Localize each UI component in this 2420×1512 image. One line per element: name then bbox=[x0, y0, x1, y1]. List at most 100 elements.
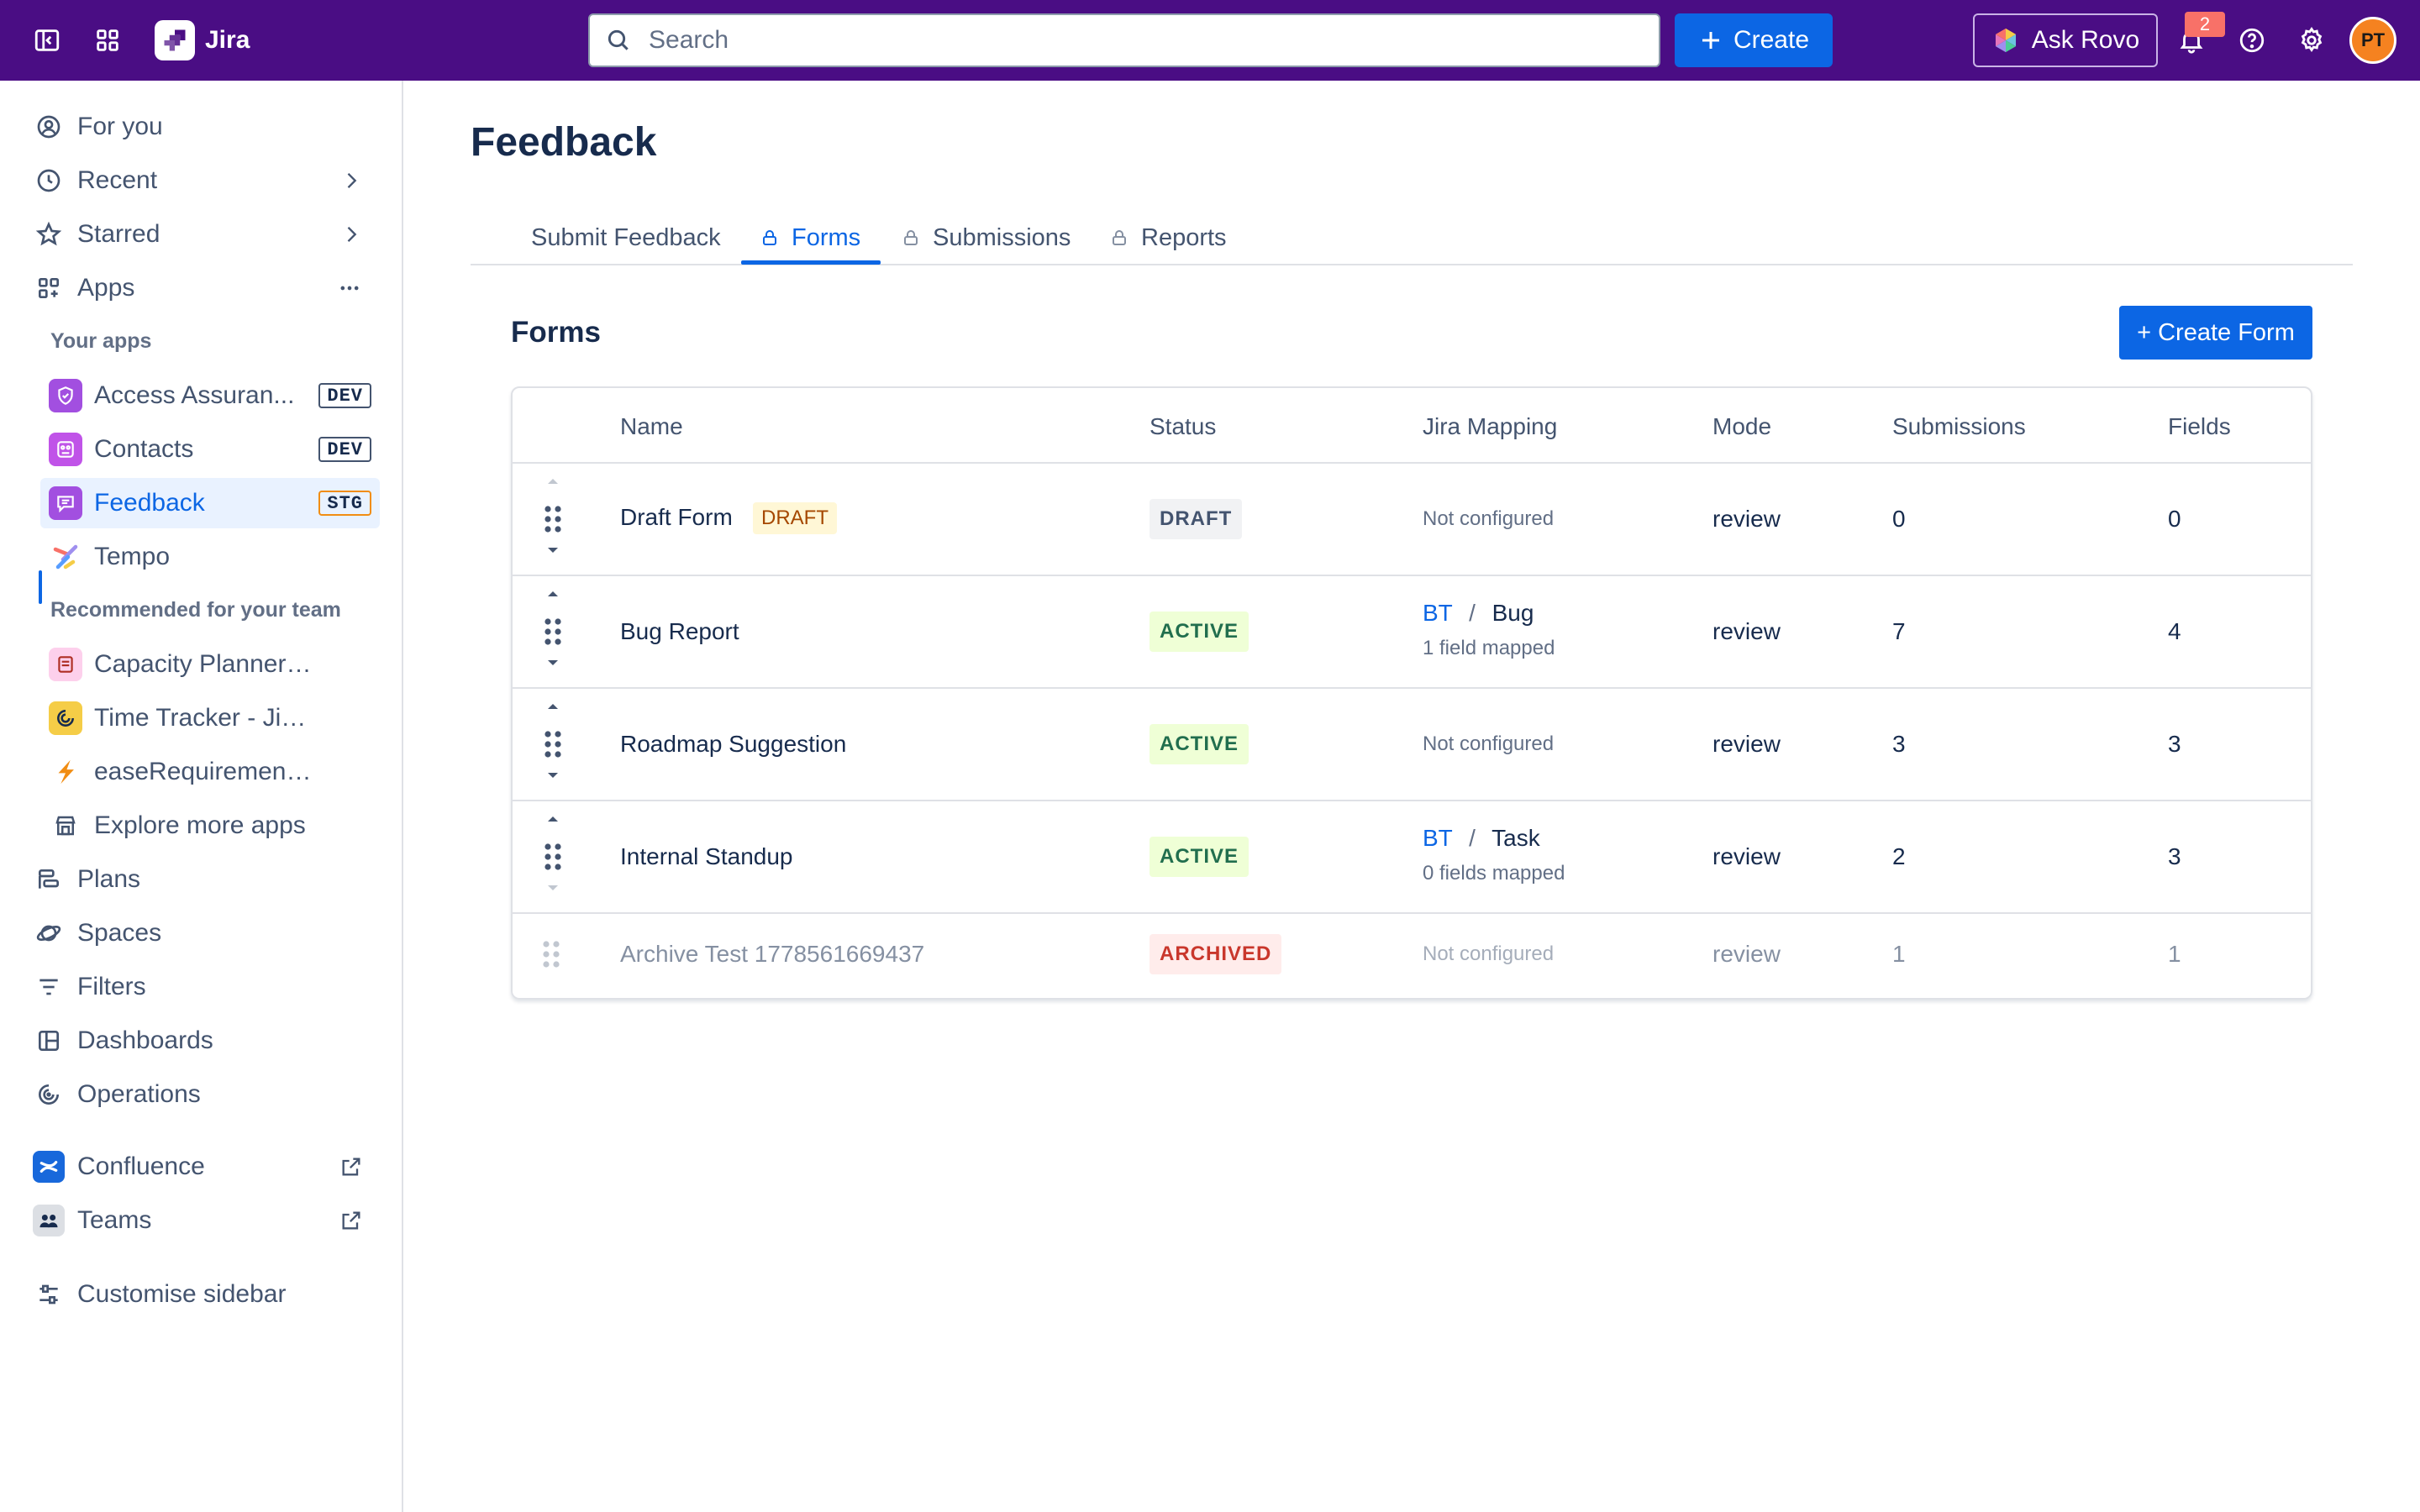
mapping-project-link[interactable]: BT bbox=[1423, 600, 1452, 626]
sidebar-toggle-icon[interactable] bbox=[25, 18, 69, 62]
help-icon[interactable] bbox=[2230, 18, 2274, 62]
move-down-icon[interactable] bbox=[543, 655, 563, 670]
sidebar-item-apps[interactable]: Apps bbox=[27, 265, 380, 312]
reorder-handle[interactable] bbox=[536, 576, 570, 689]
column-header-status[interactable]: Status bbox=[1150, 413, 1216, 440]
submissions-count: 3 bbox=[1892, 731, 1906, 757]
table-row[interactable]: Roadmap Suggestion ACTIVE Not configured… bbox=[513, 687, 2311, 800]
chevron-right-icon[interactable] bbox=[339, 169, 363, 197]
drag-handle-icon[interactable] bbox=[539, 615, 566, 648]
external-link-icon[interactable] bbox=[339, 1155, 363, 1183]
drag-handle-icon[interactable] bbox=[539, 840, 566, 874]
tab-label: Submissions bbox=[933, 223, 1071, 251]
column-header-jira-mapping[interactable]: Jira Mapping bbox=[1423, 413, 1557, 440]
app-name[interactable]: Jira bbox=[205, 24, 250, 57]
reorder-handle[interactable] bbox=[536, 801, 570, 914]
tab-submit-feedback[interactable]: Submit Feedback bbox=[531, 210, 721, 265]
form-name[interactable]: Roadmap Suggestion bbox=[620, 731, 846, 758]
sidebar-item-filters[interactable]: Filters bbox=[27, 963, 380, 1011]
drag-handle-icon[interactable] bbox=[539, 727, 566, 761]
sidebar-item-confluence[interactable]: Confluence bbox=[27, 1143, 380, 1190]
search-input[interactable] bbox=[649, 26, 1615, 55]
form-name[interactable]: Bug Report bbox=[620, 618, 739, 645]
form-name[interactable]: Draft Form bbox=[620, 504, 733, 531]
sidebar-app-ease-requirements[interactable]: easeRequirements - ... bbox=[40, 747, 380, 797]
move-up-icon[interactable] bbox=[543, 811, 563, 827]
sidebar-app-label: Access Assuran... bbox=[94, 381, 295, 409]
top-navigation-bar: Jira Create Ask Rovo 2 PT bbox=[0, 0, 2420, 81]
reorder-handle[interactable] bbox=[536, 464, 570, 576]
table-row[interactable]: Internal Standup ACTIVE BT / Task 0 fiel… bbox=[513, 800, 2311, 912]
sidebar-app-label: Time Tracker - Jira Ti... bbox=[94, 704, 313, 732]
sidebar-app-time-tracker[interactable]: Time Tracker - Jira Ti... bbox=[40, 693, 380, 743]
sidebar-app-tempo[interactable]: Tempo bbox=[40, 532, 380, 582]
sidebar-item-teams[interactable]: Teams bbox=[27, 1197, 380, 1244]
feedback-chat-icon bbox=[49, 486, 82, 520]
sidebar-item-for-you[interactable]: For you bbox=[27, 103, 380, 150]
table-row[interactable]: Archive Test 1778561669437 ARCHIVED Not … bbox=[513, 912, 2311, 996]
ask-rovo-button[interactable]: Ask Rovo bbox=[1973, 13, 2158, 67]
table-row[interactable]: Draft Form DRAFT DRAFT Not configured re… bbox=[513, 462, 2311, 575]
draft-badge: DRAFT bbox=[753, 502, 837, 534]
move-up-icon[interactable] bbox=[543, 699, 563, 714]
move-down-icon[interactable] bbox=[543, 543, 563, 558]
app-switcher-icon[interactable] bbox=[86, 18, 129, 62]
search-box[interactable] bbox=[588, 13, 1660, 67]
external-link-icon[interactable] bbox=[339, 1209, 363, 1236]
sidebar-app-contacts[interactable]: Contacts DEV bbox=[40, 424, 380, 475]
sidebar-item-operations[interactable]: Operations bbox=[27, 1071, 380, 1118]
star-icon bbox=[30, 216, 67, 253]
sidebar-item-customise[interactable]: Customise sidebar bbox=[27, 1271, 380, 1318]
sidebar-item-recent[interactable]: Recent bbox=[27, 157, 380, 204]
sidebar-item-label: Customise sidebar bbox=[77, 1280, 287, 1308]
submissions-count: 0 bbox=[1892, 506, 1906, 532]
sidebar-item-starred[interactable]: Starred bbox=[27, 211, 380, 258]
sidebar-item-plans[interactable]: Plans bbox=[27, 856, 380, 903]
sidebar-explore-more-apps[interactable]: Explore more apps bbox=[40, 801, 380, 851]
jira-logo-icon[interactable] bbox=[155, 20, 195, 60]
reorder-handle[interactable] bbox=[536, 689, 570, 801]
drag-handle-icon bbox=[543, 941, 560, 968]
move-up-icon[interactable] bbox=[543, 586, 563, 601]
create-button[interactable]: Create bbox=[1675, 13, 1833, 67]
column-header-submissions[interactable]: Submissions bbox=[1892, 413, 2026, 440]
chevron-right-icon[interactable] bbox=[339, 223, 363, 250]
jira-mapping: Not configured bbox=[1423, 942, 1555, 965]
form-name[interactable]: Archive Test 1778561669437 bbox=[620, 941, 924, 968]
apps-grid-icon bbox=[30, 270, 67, 307]
page-title: Feedback bbox=[471, 120, 657, 165]
sidebar-item-spaces[interactable]: Spaces bbox=[27, 910, 380, 957]
column-header-mode[interactable]: Mode bbox=[1712, 413, 1771, 440]
mapping-project-link[interactable]: BT bbox=[1423, 825, 1452, 851]
status-badge: ACTIVE bbox=[1150, 612, 1249, 652]
column-header-fields[interactable]: Fields bbox=[2168, 413, 2231, 440]
fields-count: 1 bbox=[2168, 941, 2181, 967]
move-down-icon[interactable] bbox=[543, 768, 563, 783]
table-row[interactable]: Bug Report ACTIVE BT / Bug 1 field mappe… bbox=[513, 575, 2311, 687]
tab-reports[interactable]: Reports bbox=[1109, 210, 1227, 265]
your-apps-heading: Your apps bbox=[50, 329, 152, 353]
mode-value: review bbox=[1712, 843, 1781, 869]
column-header-name[interactable]: Name bbox=[620, 413, 683, 440]
jira-mapping: BT / Bug bbox=[1423, 600, 1534, 627]
jira-mapping: BT / Task bbox=[1423, 825, 1540, 852]
move-up-icon[interactable] bbox=[543, 474, 563, 489]
sidebar-app-capacity-planner[interactable]: Capacity Planner - Jir... bbox=[40, 639, 380, 690]
drag-handle-icon[interactable] bbox=[539, 502, 566, 536]
move-down-icon[interactable] bbox=[543, 880, 563, 895]
status-badge: ACTIVE bbox=[1150, 837, 1249, 877]
create-form-button[interactable]: + Create Form bbox=[2119, 306, 2312, 360]
more-options-icon[interactable] bbox=[336, 276, 363, 304]
sidebar-app-feedback[interactable]: Feedback STG bbox=[40, 478, 380, 528]
user-avatar[interactable]: PT bbox=[2349, 17, 2396, 64]
sidebar-item-dashboards[interactable]: Dashboards bbox=[27, 1017, 380, 1064]
tab-label: Reports bbox=[1141, 223, 1227, 251]
customise-sliders-icon bbox=[30, 1276, 67, 1313]
confluence-logo-icon bbox=[30, 1148, 67, 1185]
mode-value: review bbox=[1712, 941, 1781, 967]
sidebar-app-access-assurance[interactable]: Access Assuran... DEV bbox=[40, 370, 380, 421]
form-name[interactable]: Internal Standup bbox=[620, 843, 793, 870]
tab-submissions[interactable]: Submissions bbox=[901, 210, 1071, 265]
settings-gear-icon[interactable] bbox=[2290, 18, 2333, 62]
tab-forms[interactable]: Forms bbox=[760, 210, 860, 265]
